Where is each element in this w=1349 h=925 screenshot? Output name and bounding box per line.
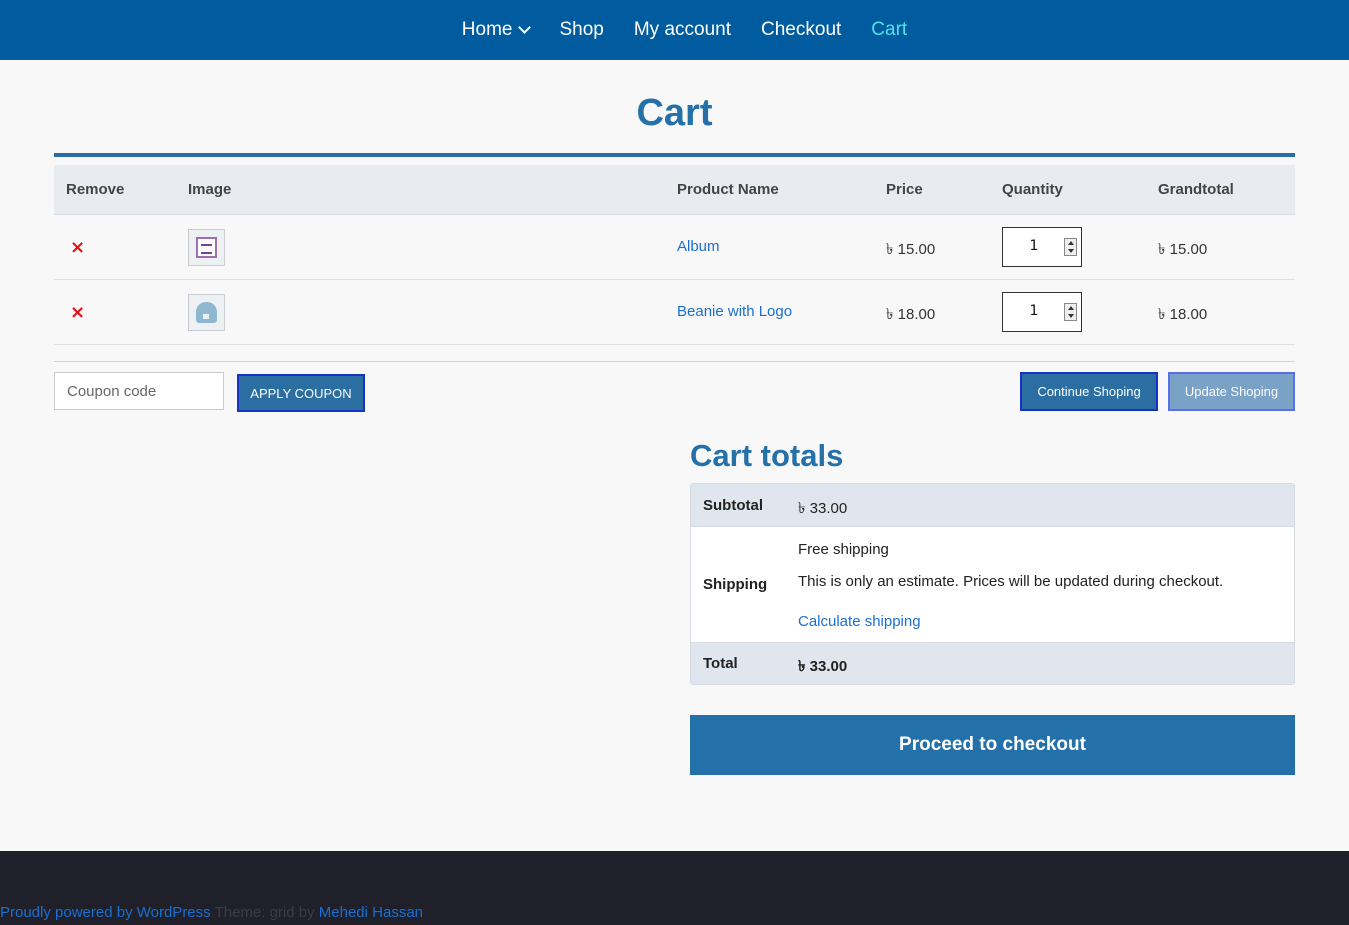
- header-image: Image: [188, 181, 232, 198]
- beanie-image: [196, 302, 217, 323]
- quantity-value[interactable]: 1: [1003, 238, 1065, 254]
- total-value: ৳ 33.00: [798, 658, 848, 675]
- table-row: × Beanie with Logo ৳ 18.00 1 ৳ 18.00: [54, 280, 1295, 345]
- quantity-stepper[interactable]: 1: [1002, 227, 1082, 267]
- calculate-shipping-link[interactable]: Calculate shipping: [798, 613, 921, 630]
- header-product-name: Product Name: [677, 181, 779, 198]
- item-grandtotal: ৳ 15.00: [1158, 241, 1208, 258]
- apply-coupon-button[interactable]: APPLY COUPON: [237, 374, 365, 412]
- site-footer: Proudly powered by WordPress Theme: grid…: [0, 851, 1349, 925]
- page-title: Cart: [636, 92, 713, 134]
- header-quantity: Quantity: [1002, 181, 1063, 198]
- theme-credit: Theme: grid by: [214, 904, 315, 921]
- product-link-beanie[interactable]: Beanie with Logo: [677, 303, 792, 320]
- shipping-row: Shipping Free shipping This is only an e…: [691, 527, 1294, 642]
- total-row: Total ৳ 33.00: [691, 642, 1294, 684]
- coupon-code-input[interactable]: [54, 372, 224, 410]
- item-grandtotal: ৳ 18.00: [1158, 306, 1208, 323]
- spinner-icon[interactable]: [1064, 303, 1077, 321]
- spinner-icon[interactable]: [1064, 238, 1077, 256]
- shipping-method: Free shipping: [798, 541, 889, 558]
- subtotal-value: ৳ 33.00: [798, 500, 848, 517]
- header-grandtotal: Grandtotal: [1158, 181, 1234, 198]
- subtotal-label: Subtotal: [703, 497, 763, 514]
- nav-item-cart[interactable]: Cart: [871, 19, 907, 41]
- footer-credits: Proudly powered by WordPress Theme: grid…: [0, 904, 423, 921]
- nav-menu: Home Shop My account Checkout Cart: [0, 0, 1349, 60]
- top-navigation: Home Shop My account Checkout Cart: [0, 0, 1349, 60]
- nav-item-home[interactable]: Home: [461, 19, 532, 41]
- table-header: Remove Image Product Name Price Quantity…: [54, 165, 1295, 215]
- quantity-stepper[interactable]: 1: [1002, 292, 1082, 332]
- nav-item-my-account[interactable]: My account: [634, 19, 731, 41]
- title-divider: [54, 153, 1295, 157]
- remove-item-button[interactable]: ×: [70, 302, 85, 323]
- product-thumbnail-beanie[interactable]: [188, 294, 225, 331]
- cart-table: Remove Image Product Name Price Quantity…: [54, 165, 1295, 345]
- nav-item-checkout[interactable]: Checkout: [761, 19, 841, 41]
- quantity-value[interactable]: 1: [1003, 303, 1065, 319]
- shipping-label: Shipping: [703, 576, 768, 593]
- header-price: Price: [886, 181, 923, 198]
- product-thumbnail-album[interactable]: [188, 229, 225, 266]
- shipping-note: This is only an estimate. Prices will be…: [798, 573, 1224, 590]
- update-cart-button[interactable]: Update Shoping: [1168, 372, 1295, 411]
- nav-item-home-label: Home: [461, 19, 513, 40]
- total-label: Total: [703, 655, 738, 672]
- table-divider: [54, 361, 1295, 362]
- table-row: × Album ৳ 15.00 1 ৳ 15.00: [54, 215, 1295, 280]
- proceed-to-checkout-button[interactable]: Proceed to checkout: [690, 715, 1295, 775]
- header-remove: Remove: [66, 181, 125, 198]
- author-link[interactable]: Mehedi Hassan: [319, 904, 423, 921]
- album-image: [196, 237, 217, 258]
- item-price: ৳ 18.00: [886, 306, 936, 323]
- remove-item-button[interactable]: ×: [70, 237, 85, 258]
- subtotal-row: Subtotal ৳ 33.00: [691, 484, 1294, 527]
- product-link-album[interactable]: Album: [677, 238, 720, 255]
- cart-totals-title: Cart totals: [690, 438, 844, 473]
- wordpress-link[interactable]: Proudly powered by WordPress: [0, 904, 211, 921]
- cart-totals-table: Subtotal ৳ 33.00 Shipping Free shipping …: [690, 483, 1295, 685]
- chevron-down-icon[interactable]: [518, 20, 532, 34]
- continue-shopping-button[interactable]: Continue Shoping: [1020, 372, 1158, 411]
- item-price: ৳ 15.00: [886, 241, 936, 258]
- nav-item-shop[interactable]: Shop: [559, 19, 603, 41]
